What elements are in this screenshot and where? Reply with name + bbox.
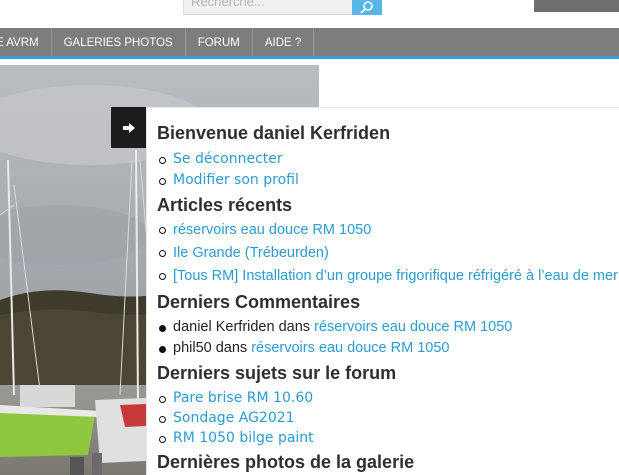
list-item: Ile Grande (Trébeurden) xyxy=(157,242,619,265)
list-item: Se déconnecter xyxy=(157,149,619,170)
nav-item-aide[interactable]: AIDE ? xyxy=(253,28,315,56)
sidebar-toggle-button[interactable] xyxy=(111,107,146,148)
list-item: réservoirs eau douce RM 1050 xyxy=(157,219,619,242)
comment-post-link[interactable]: réservoirs eau douce RM 1050 xyxy=(314,319,512,335)
list-item: [Tous RM] Installation d’un groupe frigo… xyxy=(157,265,619,288)
search-input[interactable] xyxy=(183,0,353,15)
comment-sep: dans xyxy=(211,340,252,356)
comment-author: daniel Kerfriden xyxy=(173,319,275,335)
search-area xyxy=(183,0,382,15)
forum-topic-link[interactable]: Pare brise RM 10.60 xyxy=(173,390,313,406)
search-icon xyxy=(360,0,373,14)
recent-comments-list: daniel Kerfriden dans réservoirs eau dou… xyxy=(157,317,619,359)
article-link[interactable]: [Tous RM] Installation d’un groupe frigo… xyxy=(173,268,618,284)
nav-item-galeries[interactable]: GALERIES PHOTOS xyxy=(52,28,186,56)
article-link[interactable]: réservoirs eau douce RM 1050 xyxy=(173,222,371,238)
list-item: daniel Kerfriden dans réservoirs eau dou… xyxy=(157,317,619,338)
header-block xyxy=(534,0,619,12)
user-links: Se déconnecter Modifier son profil xyxy=(157,149,619,191)
logout-link[interactable]: Se déconnecter xyxy=(173,151,283,167)
nav-item-avrm[interactable]: E AVRM xyxy=(0,28,52,56)
main-nav: E AVRM GALERIES PHOTOS FORUM AIDE ? xyxy=(0,28,619,59)
recent-articles-title: Articles récents xyxy=(157,195,293,215)
forum-topic-link[interactable]: RM 1050 bilge paint xyxy=(173,430,314,446)
comment-author: phil50 xyxy=(173,340,212,356)
comment-post-link[interactable]: réservoirs eau douce RM 1050 xyxy=(251,340,449,356)
sidebar-panel: Bienvenue daniel Kerfriden Se déconnecte… xyxy=(146,107,619,475)
forum-topic-link[interactable]: Sondage AG2021 xyxy=(173,410,295,426)
list-item: Sondage AG2021 xyxy=(157,408,619,428)
list-item: RM 1050 bilge paint xyxy=(157,428,619,448)
recent-articles-list: réservoirs eau douce RM 1050 Ile Grande … xyxy=(157,219,619,288)
list-item: Modifier son profil xyxy=(157,170,619,191)
recent-comments-title: Derniers Commentaires xyxy=(157,292,361,312)
forum-topics-title: Derniers sujets sur le forum xyxy=(157,363,397,383)
nav-item-forum[interactable]: FORUM xyxy=(186,28,253,56)
edit-profile-link[interactable]: Modifier son profil xyxy=(173,172,299,188)
list-item: Pare brise RM 10.60 xyxy=(157,388,619,408)
gallery-photos-title: Dernières photos de la galerie xyxy=(157,452,415,472)
search-button[interactable] xyxy=(352,0,382,15)
comment-sep: dans xyxy=(274,319,315,335)
list-item: phil50 dans réservoirs eau douce RM 1050 xyxy=(157,338,619,359)
forum-topics-list: Pare brise RM 10.60 Sondage AG2021 RM 10… xyxy=(157,388,619,448)
article-link[interactable]: Ile Grande (Trébeurden) xyxy=(173,245,329,261)
welcome-title: Bienvenue daniel Kerfriden xyxy=(157,123,391,143)
arrow-right-icon xyxy=(122,122,135,133)
